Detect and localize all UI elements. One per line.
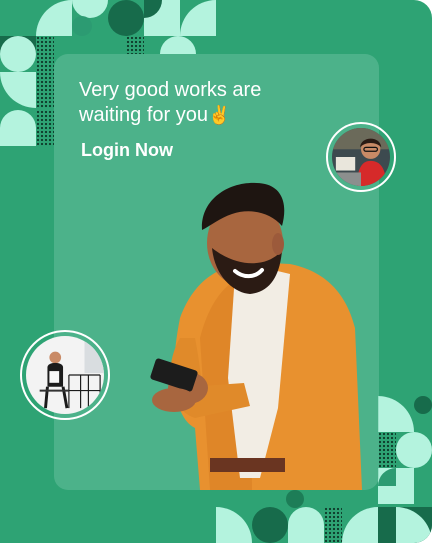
hero-image bbox=[140, 178, 380, 490]
login-now-button[interactable]: Login Now bbox=[81, 140, 173, 161]
pattern-left bbox=[0, 36, 54, 146]
headline-text: Very good works are waiting for you bbox=[79, 79, 262, 126]
promo-headline: Very good works are waiting for you✌️ bbox=[79, 78, 319, 128]
avatar-left bbox=[20, 330, 110, 420]
pattern-bottom bbox=[216, 490, 432, 543]
avatar-top bbox=[326, 122, 396, 192]
promo-panel: Very good works are waiting for you✌️ Lo… bbox=[0, 0, 432, 543]
victory-hand-icon: ✌️ bbox=[207, 105, 231, 125]
